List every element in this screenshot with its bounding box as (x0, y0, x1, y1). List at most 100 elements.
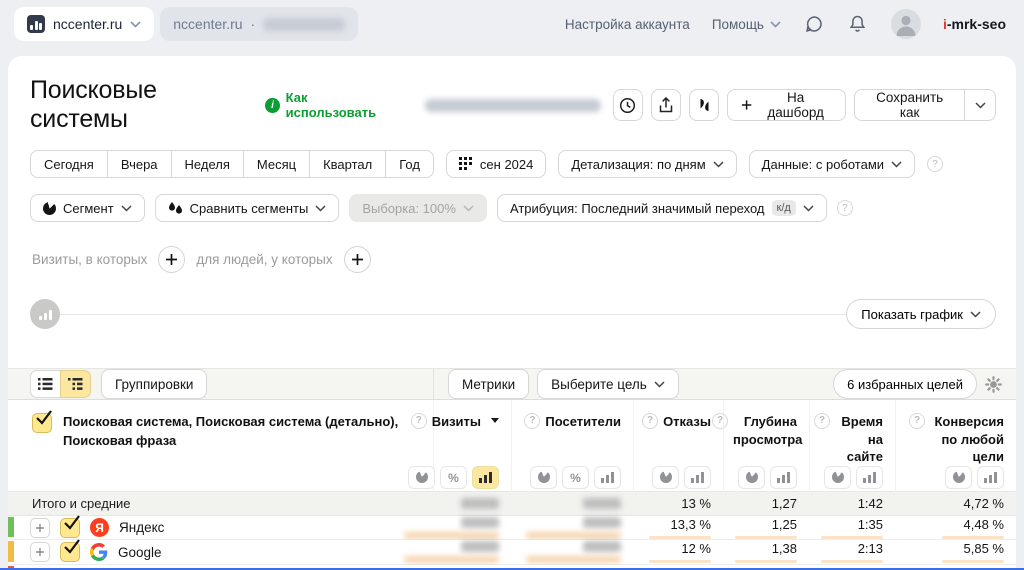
calendar-grid-icon (459, 157, 473, 171)
username[interactable]: i-mrk-seo (943, 16, 1006, 32)
data-mode-dropdown[interactable]: Данные: с роботами (749, 150, 915, 178)
detalization-dropdown[interactable]: Детализация: по дням (558, 150, 736, 178)
sampling-dropdown[interactable]: Выборка: 100% (349, 194, 487, 222)
view-toggle (30, 370, 91, 398)
preset-today[interactable]: Сегодня (30, 150, 108, 178)
totals-row: Итого и средние 13 % 1,27 1:42 4,72 % (8, 492, 1016, 516)
drops-icon (168, 202, 183, 215)
tree-view-toggle[interactable] (60, 370, 91, 398)
help-icon[interactable] (524, 413, 540, 429)
cell-bounces: 12 % (681, 541, 711, 556)
expand-row-button[interactable] (30, 518, 50, 538)
avatar[interactable] (891, 9, 921, 39)
help-icon[interactable] (837, 200, 853, 216)
counter-tab-active[interactable]: nccenter.ru (14, 7, 154, 41)
visits-pie-chip[interactable] (408, 466, 435, 489)
depth-pie-chip[interactable] (738, 466, 765, 489)
row-label[interactable]: Яндекс (119, 520, 164, 535)
visitors-pie-chip[interactable] (530, 466, 557, 489)
counter-tab-secondary[interactable]: nccenter.ru · (160, 7, 358, 41)
add-to-dashboard-button[interactable]: На дашборд (727, 89, 846, 121)
chevron-down-icon (770, 21, 781, 28)
conversion-bars-chip[interactable] (977, 466, 1004, 489)
attribution-dropdown[interactable]: Атрибуция: Последний значимый переход к/… (497, 194, 827, 222)
segment-pie-icon (43, 202, 56, 215)
help-icon[interactable] (712, 413, 728, 429)
preset-quarter[interactable]: Квартал (309, 150, 386, 178)
bounces-pie-chip[interactable] (652, 466, 679, 489)
cell-time: 1:35 (858, 517, 883, 532)
row-label[interactable]: Google (118, 545, 162, 560)
help-icon[interactable] (927, 156, 943, 172)
preset-yesterday[interactable]: Вчера (107, 150, 172, 178)
row-indicator (8, 541, 14, 561)
cell-depth: 1,25 (772, 517, 797, 532)
cell-conversion: 4,48 % (964, 517, 1004, 532)
chart-collapsed-icon[interactable] (30, 299, 60, 329)
redacted-bar (404, 532, 499, 539)
row-checkbox[interactable] (60, 518, 80, 538)
compare-segments-dropdown[interactable]: Сравнить сегменты (155, 194, 340, 222)
visits-filter-label: Визиты, в которых (32, 252, 147, 267)
gear-icon[interactable] (985, 376, 1002, 393)
chat-icon[interactable] (803, 13, 825, 35)
visits-bars-chip[interactable] (472, 466, 499, 489)
show-chart-button[interactable]: Показать график (846, 299, 996, 329)
time-bars-chip[interactable] (856, 466, 883, 489)
select-all-checkbox[interactable] (32, 413, 52, 433)
percent-icon (570, 470, 581, 485)
comments-button[interactable] (689, 89, 719, 121)
save-as-button[interactable]: Сохранить как (854, 89, 966, 121)
redacted-visitors-total (583, 498, 621, 509)
page-title: Поисковые системы (30, 76, 249, 134)
plus-icon (351, 253, 364, 266)
info-icon: i (265, 98, 279, 113)
visitors-percent-chip[interactable] (562, 466, 589, 489)
bars-icon (777, 472, 790, 483)
check-icon (63, 539, 81, 555)
add-visit-filter-button[interactable] (158, 246, 185, 273)
export-button[interactable] (651, 89, 681, 121)
totals-depth: 1,27 (772, 496, 797, 511)
favorite-goals-button[interactable]: 6 избранных целей (833, 369, 977, 399)
redacted-bar (526, 556, 621, 563)
how-to-use-link[interactable]: i Как использовать (265, 90, 395, 120)
account-settings-link[interactable]: Настройка аккаунта (565, 17, 690, 32)
segment-dropdown[interactable]: Сегмент (30, 194, 145, 222)
bars-icon (863, 472, 876, 483)
preset-month[interactable]: Месяц (243, 150, 310, 178)
bell-icon[interactable] (847, 13, 869, 35)
table-row-google[interactable]: Google 12 % 1,38 2:13 5,85 % (8, 540, 1016, 564)
row-checkbox[interactable] (60, 542, 80, 562)
metrics-button[interactable]: Метрики (448, 369, 529, 399)
help-icon[interactable] (909, 413, 925, 429)
help-menu[interactable]: Помощь (712, 17, 781, 32)
preset-week[interactable]: Неделя (171, 150, 244, 178)
time-pie-chip[interactable] (824, 466, 851, 489)
depth-bars-chip[interactable] (770, 466, 797, 489)
visitors-bars-chip[interactable] (594, 466, 621, 489)
conversion-pie-chip[interactable] (945, 466, 972, 489)
chevron-down-icon (891, 161, 902, 168)
help-icon[interactable] (642, 413, 658, 429)
calendar-button[interactable]: сен 2024 (446, 150, 546, 178)
save-as-dropdown-button[interactable] (964, 89, 996, 121)
pie-icon (746, 471, 758, 483)
preset-year[interactable]: Год (385, 150, 434, 178)
choose-goal-dropdown[interactable]: Выберите цель (537, 369, 679, 399)
help-icon[interactable] (814, 413, 830, 429)
add-people-filter-button[interactable] (344, 246, 371, 273)
expand-row-button[interactable] (30, 542, 50, 562)
table-row-yandex[interactable]: Я Яндекс 13,3 % 1,25 1:35 4,48 % (8, 516, 1016, 540)
cell-time: 2:13 (858, 541, 883, 556)
list-view-toggle[interactable] (30, 370, 61, 398)
sort-desc-icon (491, 418, 499, 423)
visits-percent-chip[interactable] (440, 466, 467, 489)
bounces-bars-chip[interactable] (684, 466, 711, 489)
pie-icon (416, 471, 428, 483)
history-button[interactable] (613, 89, 643, 121)
column-conversion: Конверсия по любой цели (895, 400, 1016, 499)
help-icon[interactable] (411, 413, 427, 429)
groupings-button[interactable]: Группировки (101, 369, 207, 399)
people-filter-label: для людей, у которых (196, 252, 332, 267)
